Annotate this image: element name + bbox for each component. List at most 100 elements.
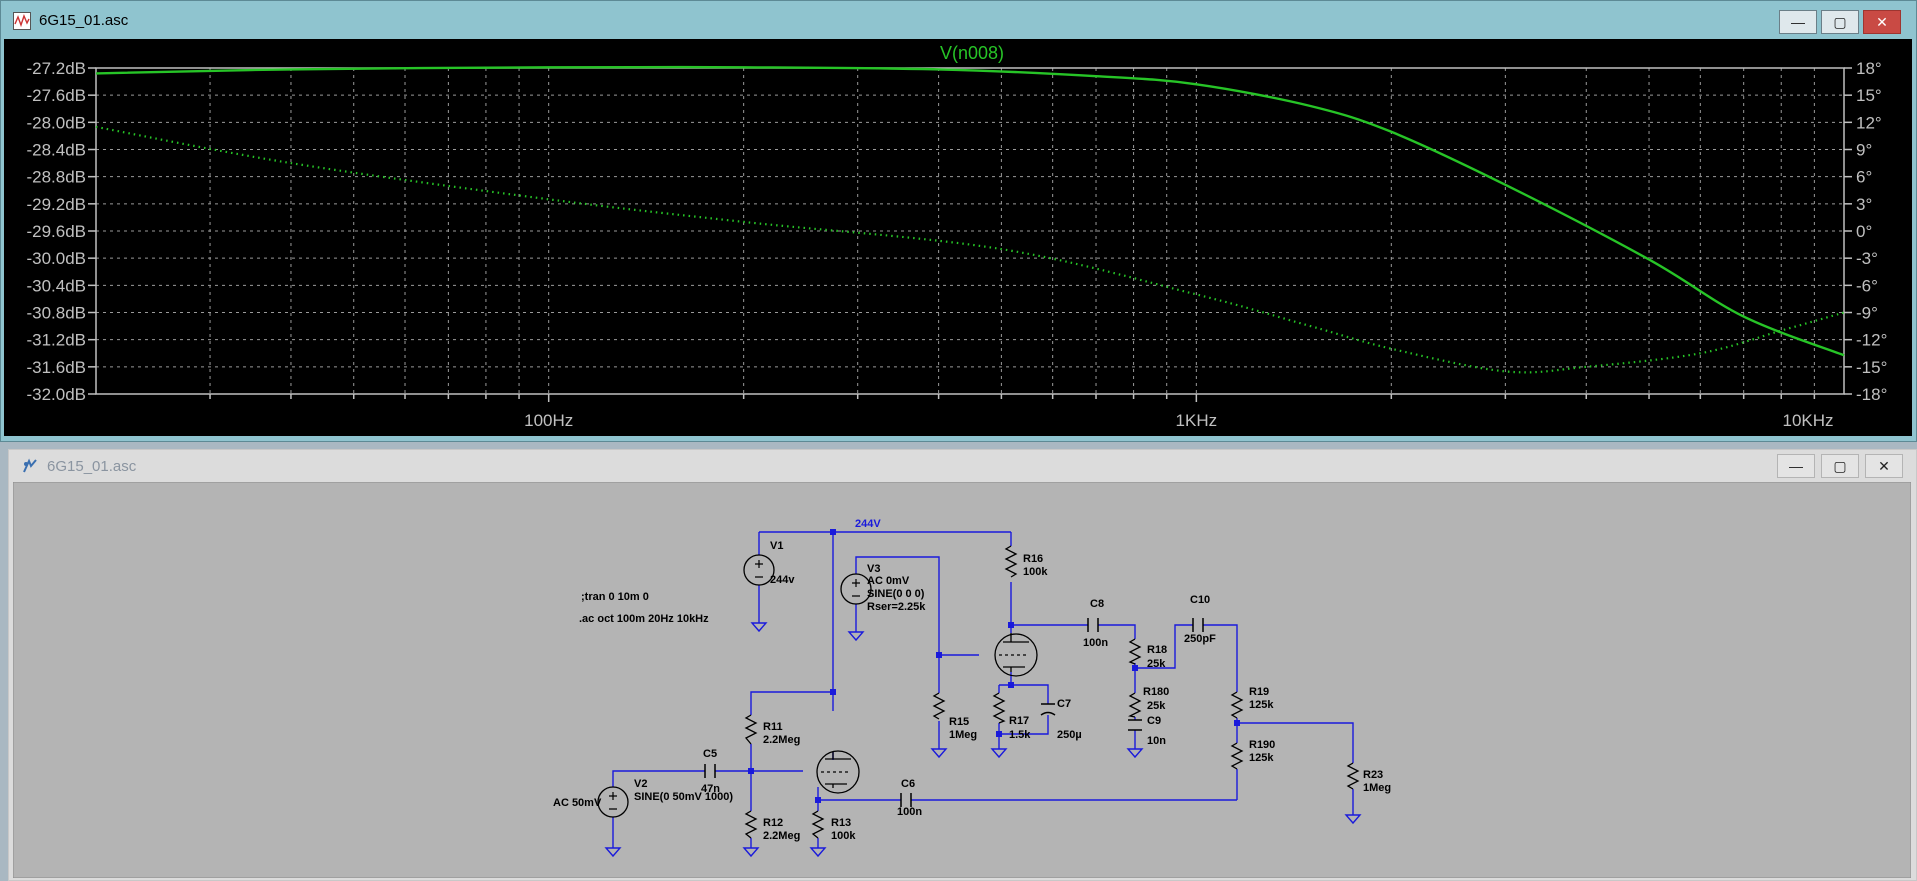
schematic-titlebar[interactable]: 6G15_01.asc — ▢ ✕ bbox=[9, 450, 1916, 480]
source-v2-symbol bbox=[597, 786, 629, 818]
minimize-button[interactable]: — bbox=[1779, 10, 1817, 34]
r23-name: R23 bbox=[1363, 769, 1383, 781]
plot-window-title: 6G15_01.asc bbox=[39, 12, 129, 29]
left-tick-label: -27.6dB bbox=[26, 86, 86, 105]
left-tick-label: -31.2dB bbox=[26, 331, 86, 350]
v2-ac-label: AC 50mV bbox=[553, 797, 602, 809]
c5-name: C5 bbox=[703, 748, 717, 760]
left-tick-label: -30.0dB bbox=[26, 249, 86, 268]
left-tick-label: -32.0dB bbox=[26, 385, 86, 404]
right-tick-label: -12° bbox=[1856, 331, 1887, 350]
r15-name: R15 bbox=[949, 716, 969, 728]
maximize-icon: ▢ bbox=[1833, 457, 1847, 474]
x-tick-label: 100Hz bbox=[524, 411, 573, 430]
r12-value: 2.2Meg bbox=[763, 830, 800, 842]
r12-name: R12 bbox=[763, 817, 783, 829]
v2-value: SINE(0 50mV 1000) bbox=[634, 791, 733, 803]
schematic-app-icon bbox=[23, 458, 37, 473]
r190-value: 125k bbox=[1249, 752, 1274, 764]
left-tick-label: -30.8dB bbox=[26, 304, 86, 323]
r23-value: 1Meg bbox=[1363, 782, 1391, 794]
r16-name: R16 bbox=[1023, 553, 1043, 565]
bode-plot[interactable]: -27.2dB -27.6dB -28.0dB -28.4dB -28.8dB -29.2… bbox=[4, 39, 1912, 436]
x-tick-label: 10KHz bbox=[1782, 411, 1833, 430]
r18-name: R18 bbox=[1147, 644, 1167, 656]
c9-value: 10n bbox=[1147, 735, 1166, 747]
minimize-icon: — bbox=[1789, 458, 1803, 474]
maximize-button[interactable]: ▢ bbox=[1821, 10, 1859, 34]
x-tick-label: 1KHz bbox=[1176, 411, 1218, 430]
schematic-window-title: 6G15_01.asc bbox=[47, 458, 137, 475]
left-tick-label: -30.4dB bbox=[26, 276, 86, 295]
v1-name: V1 bbox=[770, 540, 783, 552]
schematic-maximize-button[interactable]: ▢ bbox=[1821, 454, 1859, 478]
left-tick-label: -29.6dB bbox=[26, 222, 86, 241]
r17-value: 1.5k bbox=[1009, 729, 1031, 741]
trace-label[interactable]: V(n008) bbox=[940, 43, 1004, 63]
v1-value: 244v bbox=[770, 574, 795, 586]
plot-background bbox=[4, 39, 1912, 436]
directive-tran[interactable]: ;tran 0 10m 0 bbox=[581, 591, 649, 603]
close-icon: ✕ bbox=[1876, 13, 1888, 30]
right-tick-label: 9° bbox=[1856, 141, 1872, 160]
r16-value: 100k bbox=[1023, 566, 1048, 578]
r190-name: R190 bbox=[1249, 739, 1275, 751]
r19-name: R19 bbox=[1249, 686, 1269, 698]
v2-name: V2 bbox=[634, 778, 647, 790]
left-tick-label: -31.6dB bbox=[26, 358, 86, 377]
right-tick-label: 3° bbox=[1856, 195, 1872, 214]
right-tick-label: 12° bbox=[1856, 113, 1882, 132]
right-tick-label: -9° bbox=[1856, 304, 1878, 323]
right-tick-label: -6° bbox=[1856, 276, 1878, 295]
net-label-244v: 244V bbox=[855, 518, 881, 530]
c8-value: 100n bbox=[1083, 637, 1108, 649]
schematic-window[interactable]: 6G15_01.asc — ▢ ✕ 244V V1 244v V3 AC 0mV… bbox=[8, 449, 1917, 881]
r11-value: 2.2Meg bbox=[763, 734, 800, 746]
c9-name: C9 bbox=[1147, 715, 1161, 727]
r13-name: R13 bbox=[831, 817, 851, 829]
v3-value1: AC 0mV bbox=[867, 575, 910, 587]
left-tick-label: -27.2dB bbox=[26, 59, 86, 78]
left-tick-label: -28.4dB bbox=[26, 141, 86, 160]
minimize-icon: — bbox=[1791, 14, 1805, 30]
v3-value2: SINE(0 0 0) bbox=[867, 588, 925, 600]
c10-value: 250pF bbox=[1184, 633, 1216, 645]
r11-name: R11 bbox=[763, 721, 783, 733]
plot-window[interactable]: 6G15_01.asc — ▢ ✕ -27.2dB -27.6dB -28.0dB -… bbox=[0, 0, 1917, 442]
c10-name: C10 bbox=[1190, 594, 1210, 606]
v3-name: V3 bbox=[867, 563, 880, 575]
plot-titlebar[interactable]: 6G15_01.asc — ▢ ✕ bbox=[1, 1, 1916, 39]
left-tick-label: -28.8dB bbox=[26, 168, 86, 187]
r180-name: R180 bbox=[1143, 686, 1169, 698]
c7-value: 250µ bbox=[1057, 729, 1082, 741]
c7-name: C7 bbox=[1057, 698, 1071, 710]
right-tick-label: 0° bbox=[1856, 222, 1872, 241]
r17-name: R17 bbox=[1009, 715, 1029, 727]
directive-ac[interactable]: .ac oct 100m 20Hz 10kHz bbox=[579, 613, 709, 625]
c6-name: C6 bbox=[901, 778, 915, 790]
close-button[interactable]: ✕ bbox=[1863, 10, 1901, 34]
left-tick-label: -28.0dB bbox=[26, 113, 86, 132]
r19-value: 125k bbox=[1249, 699, 1274, 711]
v3-value3: Rser=2.25k bbox=[867, 601, 926, 613]
close-icon: ✕ bbox=[1878, 457, 1890, 474]
right-tick-label: -3° bbox=[1856, 249, 1878, 268]
schematic-minimize-button[interactable]: — bbox=[1777, 454, 1815, 478]
maximize-icon: ▢ bbox=[1833, 13, 1847, 30]
schematic-background bbox=[13, 482, 1911, 878]
c8-name: C8 bbox=[1090, 598, 1104, 610]
right-tick-label: 18° bbox=[1856, 59, 1882, 78]
r18-value: 25k bbox=[1147, 658, 1166, 670]
waveform-app-icon bbox=[13, 12, 31, 30]
r15-value: 1Meg bbox=[949, 729, 977, 741]
schematic-close-button[interactable]: ✕ bbox=[1865, 454, 1903, 478]
right-tick-label: 6° bbox=[1856, 168, 1872, 187]
left-tick-label: -29.2dB bbox=[26, 195, 86, 214]
c6-value: 100n bbox=[897, 806, 922, 818]
r180-value: 25k bbox=[1147, 700, 1166, 712]
right-tick-label: 15° bbox=[1856, 86, 1882, 105]
schematic-canvas[interactable]: 244V V1 244v V3 AC 0mV SINE(0 0 0) Rser=… bbox=[13, 482, 1911, 878]
r13-value: 100k bbox=[831, 830, 856, 842]
right-tick-label: -15° bbox=[1856, 358, 1887, 377]
right-tick-label: -18° bbox=[1856, 385, 1887, 404]
